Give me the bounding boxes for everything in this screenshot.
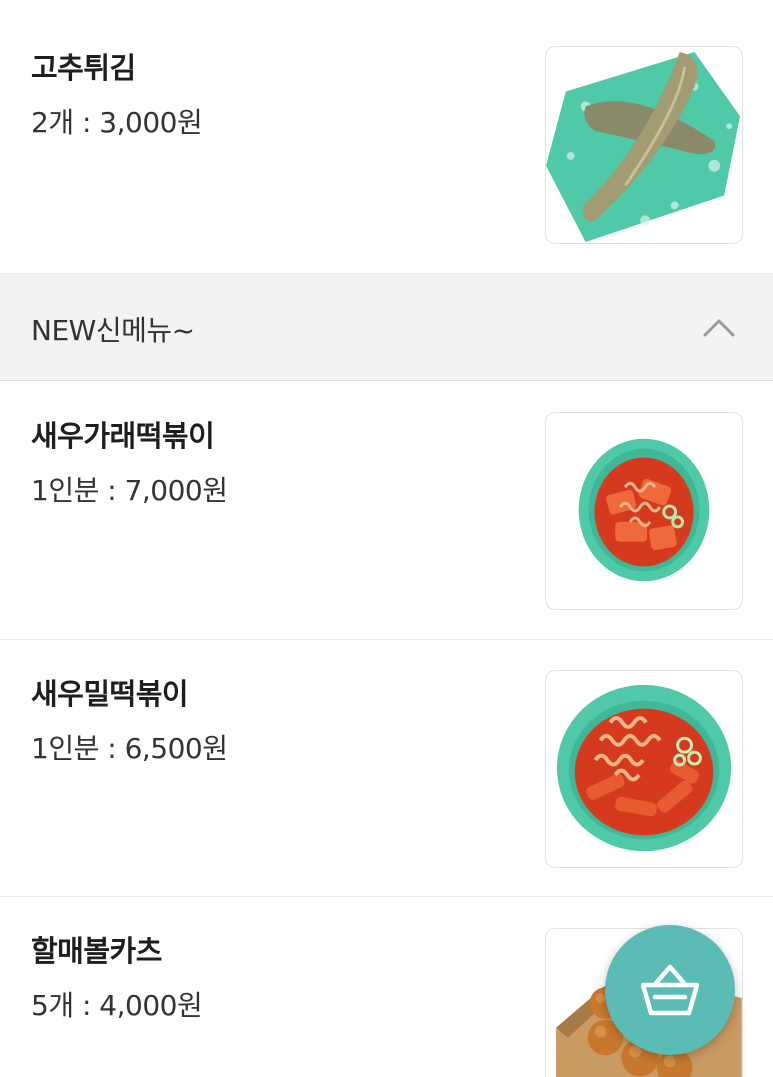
shrimp-rice-cake-tteokbokki-image (545, 412, 743, 610)
cart-button[interactable] (605, 925, 735, 1055)
menu-item-shrimp-rice-cake-tteokbokki[interactable]: 새우가래떡볶이 1인분 : 7,000원 (0, 382, 773, 640)
menu-item-shrimp-wheat-tteokbokki[interactable]: 새우밀떡볶이 1인분 : 6,500원 (0, 640, 773, 897)
menu-item-price: 1인분 : 7,000원 (31, 474, 228, 507)
category-title: NEW신메뉴~ (31, 314, 195, 347)
menu-item-fried-pepper[interactable]: 고추튀김 2개 : 3,000원 (0, 0, 773, 274)
shopping-basket-icon (640, 964, 700, 1016)
fried-pepper-image (545, 46, 743, 244)
menu-item-price: 2개 : 3,000원 (31, 106, 203, 139)
shrimp-wheat-tteokbokki-image (545, 670, 743, 868)
menu-item-name: 새우밀떡볶이 (31, 677, 189, 711)
chevron-up-icon[interactable] (702, 316, 736, 338)
menu-item-name: 고추튀김 (31, 51, 136, 85)
menu-item-name: 새우가래떡볶이 (31, 419, 215, 453)
menu-item-price: 1인분 : 6,500원 (31, 732, 228, 765)
category-header-new-menu[interactable]: NEW신메뉴~ (0, 274, 773, 381)
menu-item-name: 할매볼카츠 (31, 934, 162, 968)
menu-item-price: 5개 : 4,000원 (31, 989, 203, 1022)
